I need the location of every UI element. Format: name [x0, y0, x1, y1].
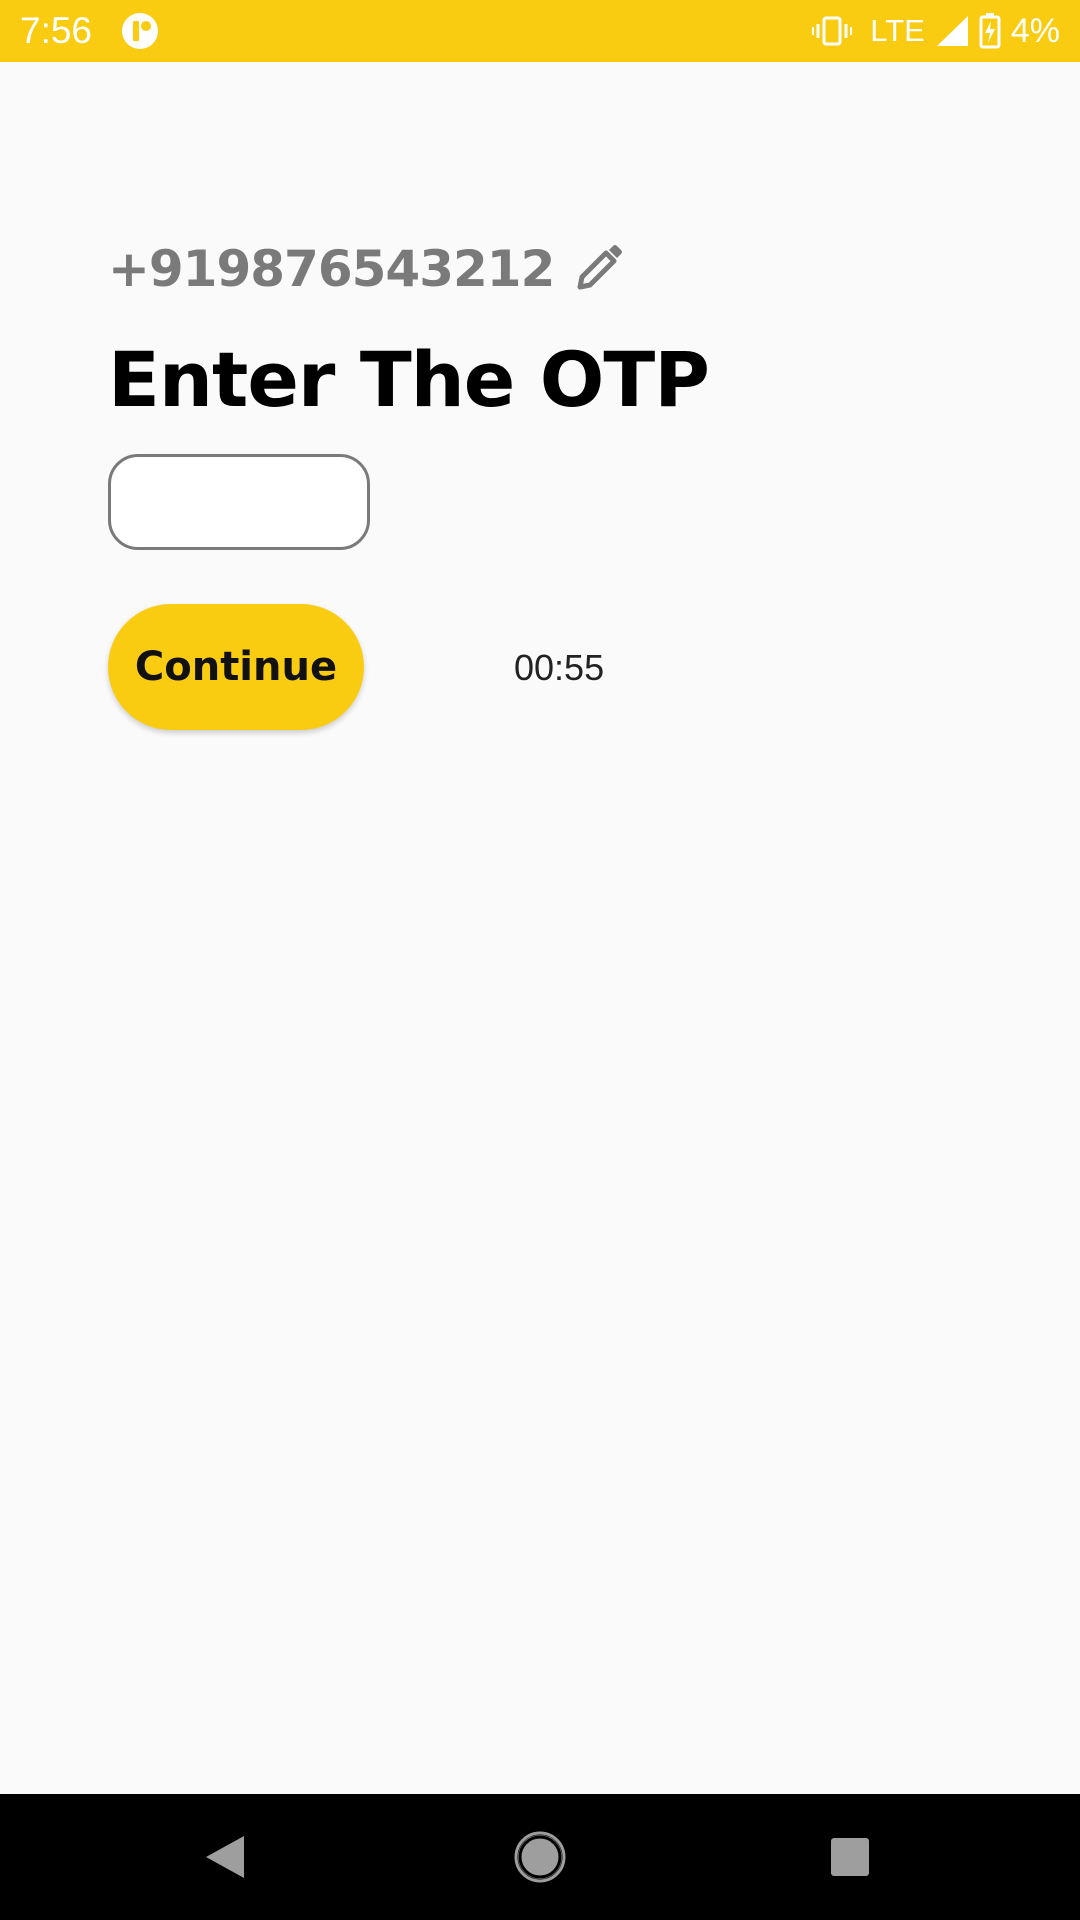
app-notification-icon: [122, 13, 158, 49]
phone-number: +919876543212: [108, 240, 555, 298]
phone-number-row: +919876543212: [108, 238, 624, 300]
otp-screen: 7:56 LTE 4% +919876543212 Enter The OTP …: [0, 0, 1080, 1920]
signal-icon: [936, 16, 968, 46]
otp-input[interactable]: [108, 454, 370, 550]
status-bar: 7:56 LTE 4%: [0, 0, 1080, 62]
status-time: 7:56: [20, 10, 93, 51]
status-indicators: LTE 4%: [812, 10, 1060, 52]
network-type: LTE: [870, 13, 925, 48]
home-circle-icon[interactable]: [505, 1822, 575, 1892]
vibrate-icon: [812, 16, 853, 46]
resend-timer: 00:55: [514, 647, 605, 688]
back-triangle-icon[interactable]: [190, 1822, 260, 1892]
page-title: Enter The OTP: [108, 335, 710, 424]
battery-percent: 4%: [1010, 11, 1060, 50]
continue-button[interactable]: Continue: [108, 604, 364, 730]
pencil-icon[interactable]: [572, 243, 624, 295]
battery-charging-icon: [979, 13, 1001, 49]
recents-square-icon[interactable]: [815, 1822, 885, 1892]
navigation-bar: [0, 1794, 1080, 1920]
